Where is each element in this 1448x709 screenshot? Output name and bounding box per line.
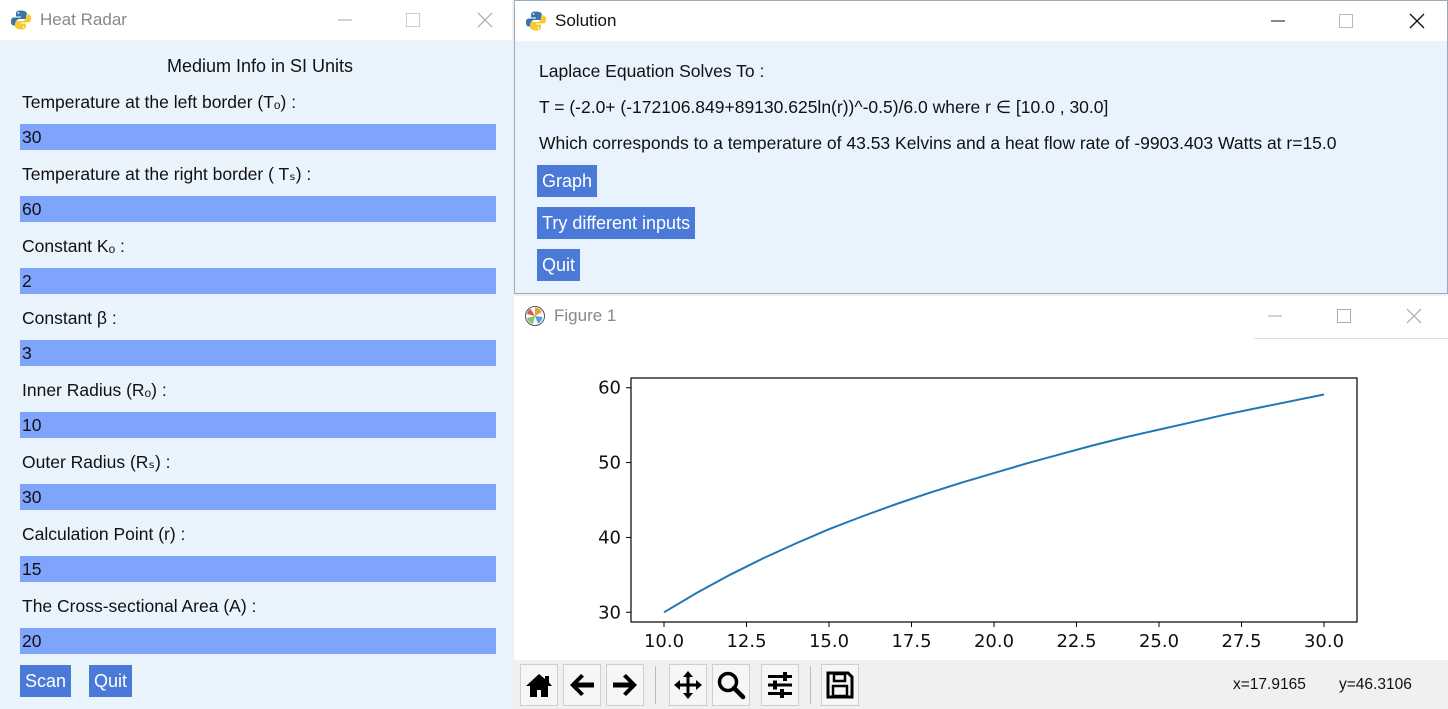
y-tick-label: 40	[598, 527, 621, 548]
close-button[interactable]	[1384, 1, 1447, 41]
label-cross-sectional-area: The Cross-sectional Area (A) :	[22, 596, 257, 616]
x-tick-label: 17.5	[891, 631, 931, 652]
save-button[interactable]	[821, 664, 859, 706]
x-tick-label: 22.5	[1056, 631, 1096, 652]
python-logo-icon	[526, 11, 546, 31]
x-tick-label: 25.0	[1139, 631, 1179, 652]
window-title: Figure 1	[554, 306, 617, 325]
toolbar-separator	[810, 666, 811, 704]
pan-icon	[674, 671, 702, 699]
minimize-button[interactable]	[1242, 296, 1308, 336]
cursor-x-readout: x=17.9165	[1233, 676, 1306, 693]
solution-result: Which corresponds to a temperature of 43…	[539, 133, 1337, 153]
maximize-button[interactable]	[380, 0, 446, 40]
input-inner-radius[interactable]: 10	[20, 412, 496, 438]
input-calculation-point[interactable]: 15	[20, 556, 496, 582]
save-icon	[826, 671, 854, 699]
x-tick-label: 10.0	[644, 631, 684, 652]
close-icon	[1409, 13, 1425, 29]
python-logo-icon	[11, 10, 31, 30]
input-constant-beta[interactable]: 3	[20, 340, 496, 366]
forward-button[interactable]	[606, 664, 644, 706]
home-icon	[526, 674, 552, 697]
pan-button[interactable]	[669, 664, 707, 706]
input-constant-k[interactable]: 2	[20, 268, 496, 294]
solution-header-text: Laplace Equation Solves To :	[539, 61, 765, 81]
maximize-button[interactable]	[1313, 1, 1379, 41]
maximize-icon	[406, 13, 420, 27]
solution-window: Solution Laplace Equation Solves To : T …	[514, 0, 1448, 294]
minimize-button[interactable]	[312, 0, 378, 40]
back-arrow-icon	[570, 674, 594, 696]
graph-button[interactable]: Graph	[537, 165, 598, 197]
label-inner-radius: Inner Radius (Rₒ) :	[22, 380, 167, 400]
x-tick-label: 15.0	[809, 631, 849, 652]
try-different-inputs-button[interactable]: Try different inputs	[537, 207, 696, 239]
x-tick-label: 20.0	[974, 631, 1014, 652]
minimize-icon	[1271, 20, 1285, 22]
back-button[interactable]	[563, 664, 601, 706]
navigation-toolbar: x=17.9165 y=46.3106	[514, 660, 1448, 709]
close-icon	[477, 12, 493, 28]
input-right-temperature[interactable]: 60	[20, 196, 496, 222]
x-tick-label: 12.5	[726, 631, 766, 652]
quit-button[interactable]: Quit	[89, 665, 133, 697]
input-cross-sectional-area[interactable]: 20	[20, 628, 496, 654]
x-tick-label: 27.5	[1221, 631, 1261, 652]
home-button[interactable]	[520, 664, 558, 706]
cursor-y-readout: y=46.3106	[1339, 676, 1412, 693]
forward-arrow-icon	[613, 674, 637, 696]
heat-radar-window: Heat Radar Medium Info in SI Units Tempe…	[0, 0, 512, 709]
figure-window: Figure 1 10.0 12.5 15.0 17.5 20.0 22.5 25.0 27.…	[514, 296, 1448, 709]
configure-icon	[768, 672, 792, 698]
scan-button[interactable]: Scan	[20, 665, 72, 697]
label-outer-radius: Outer Radius (Rₛ) :	[22, 452, 171, 472]
minimize-icon	[1268, 315, 1282, 317]
maximize-icon	[1339, 14, 1353, 28]
plot-frame	[630, 377, 1358, 623]
series-line	[663, 393, 1325, 614]
zoom-icon	[717, 671, 746, 700]
close-icon	[1406, 308, 1422, 324]
input-left-temperature[interactable]: 30	[20, 124, 496, 150]
minimize-icon	[338, 19, 352, 21]
close-button[interactable]	[452, 0, 512, 40]
solution-equation: T = (-2.0+ (-172106.849+89130.625ln(r))^…	[539, 97, 1109, 117]
label-right-temperature: Temperature at the right border ( Tₛ) :	[22, 164, 312, 184]
y-tick-label: 30	[598, 602, 621, 623]
label-calculation-point: Calculation Point (r) :	[22, 524, 186, 544]
matplotlib-logo-icon	[525, 306, 545, 326]
zoom-button[interactable]	[712, 664, 750, 706]
minimize-button[interactable]	[1245, 1, 1311, 41]
quit-button[interactable]: Quit	[537, 249, 581, 281]
configure-button[interactable]	[761, 664, 799, 706]
line-chart: 10.0 12.5 15.0 17.5 20.0 22.5 25.0 27.5 30.0 30 40…	[598, 377, 1358, 652]
maximize-icon	[1337, 309, 1351, 323]
x-tick-label: 30.0	[1304, 631, 1344, 652]
form-heading: Medium Info in SI Units	[166, 56, 354, 76]
y-tick-label: 60	[598, 378, 621, 399]
window-title: Solution	[555, 11, 617, 30]
label-constant-beta: Constant β :	[22, 308, 117, 328]
y-tick-label: 50	[598, 453, 621, 474]
label-left-temperature: Temperature at the left border (Tₒ) :	[22, 92, 297, 112]
toolbar-separator	[655, 666, 656, 704]
input-outer-radius[interactable]: 30	[20, 484, 496, 510]
label-constant-k: Constant Kₒ :	[22, 236, 125, 256]
close-button[interactable]	[1381, 296, 1447, 336]
maximize-button[interactable]	[1311, 296, 1377, 336]
window-title: Heat Radar	[40, 10, 127, 29]
